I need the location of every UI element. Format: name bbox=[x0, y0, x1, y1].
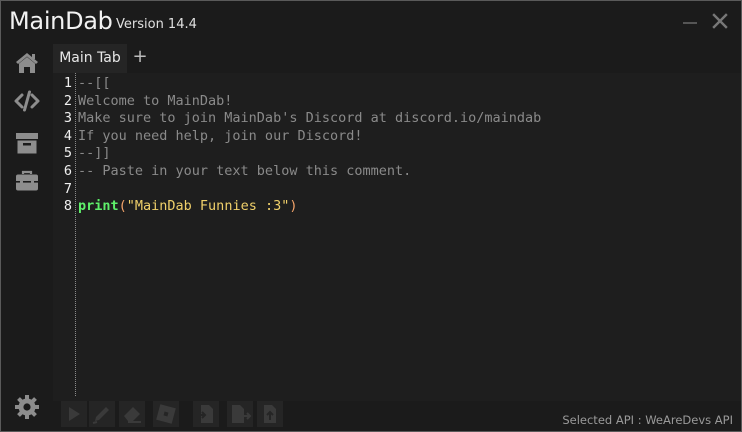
gear-icon[interactable] bbox=[13, 393, 41, 421]
version-label: Version 14.4 bbox=[116, 17, 197, 32]
line-number-gutter: 1 2 3 4 5 6 7 8 bbox=[53, 73, 76, 396]
code-line: If you need help, join our Discord! bbox=[78, 127, 363, 144]
code-line: --[[ bbox=[78, 75, 111, 91]
main-window: MainDab Version 14.4 Main Tab + 1 2 3 4 … bbox=[0, 0, 742, 432]
bottom-toolbar: Selected API : WeAreDevs API bbox=[53, 401, 741, 431]
code-line: -- Paste in your text below this comment… bbox=[78, 163, 412, 179]
add-tab-button[interactable]: + bbox=[131, 46, 149, 68]
line-number: 1 bbox=[63, 75, 72, 91]
line-number: 6 bbox=[63, 163, 72, 179]
app-title: MainDab bbox=[9, 7, 113, 35]
code-line: Make sure to join MainDab's Discord at d… bbox=[78, 110, 542, 127]
toolbox-icon[interactable] bbox=[13, 167, 41, 195]
tab-main[interactable]: Main Tab bbox=[53, 44, 127, 73]
line-number: 5 bbox=[63, 145, 72, 162]
code-line: --]] bbox=[78, 145, 111, 162]
paren-token: ) bbox=[289, 198, 298, 215]
code-icon[interactable] bbox=[13, 87, 41, 115]
close-icon[interactable] bbox=[710, 11, 730, 31]
edit-icon[interactable] bbox=[89, 401, 115, 427]
archive-icon[interactable] bbox=[13, 129, 41, 157]
erase-icon[interactable] bbox=[119, 401, 145, 427]
save-as-icon[interactable] bbox=[257, 401, 283, 427]
title-bar[interactable]: MainDab Version 14.4 bbox=[1, 1, 741, 41]
minimize-icon[interactable] bbox=[680, 11, 700, 31]
sidebar bbox=[1, 41, 53, 431]
tab-bar: Main Tab + bbox=[53, 41, 741, 73]
code-editor[interactable]: 1 2 3 4 5 6 7 8 --[[ Welcome to MainDab!… bbox=[53, 73, 741, 401]
line-number: 7 bbox=[63, 180, 72, 197]
line-number: 4 bbox=[63, 127, 72, 144]
paren-token: ( bbox=[118, 198, 127, 215]
save-file-icon[interactable] bbox=[227, 401, 253, 427]
execute-icon[interactable] bbox=[61, 401, 87, 427]
selected-api-status: Selected API : WeAreDevs API bbox=[562, 413, 733, 427]
line-number: 2 bbox=[63, 92, 72, 109]
string-token: "MainDab Funnies :3" bbox=[126, 198, 290, 215]
code-line-print: print("MainDab Funnies :3") bbox=[78, 198, 297, 216]
open-file-icon[interactable] bbox=[193, 401, 219, 427]
line-number: 3 bbox=[63, 110, 72, 127]
roblox-icon[interactable] bbox=[153, 401, 179, 427]
keyword-token: print bbox=[78, 198, 119, 215]
line-number: 8 bbox=[63, 198, 72, 215]
home-icon[interactable] bbox=[13, 49, 41, 77]
code-line: Welcome to MainDab! bbox=[78, 92, 233, 109]
